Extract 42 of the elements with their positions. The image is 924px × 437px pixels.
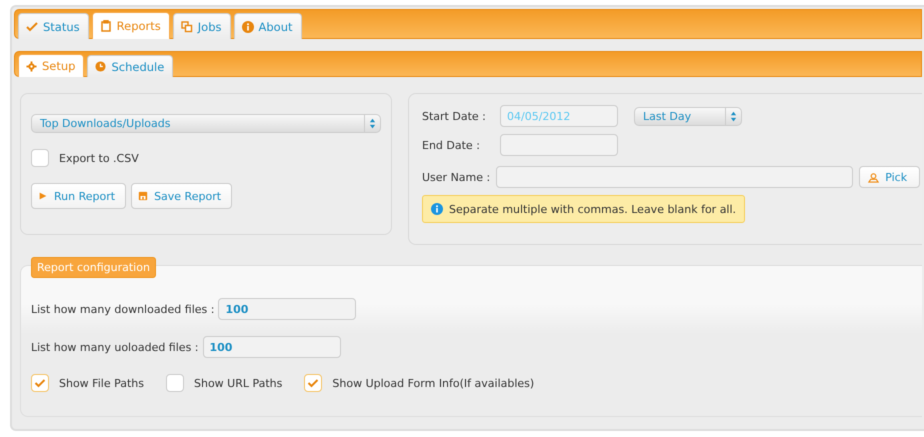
check-icon <box>34 377 46 389</box>
field-label: List how many downloaded files : <box>31 302 214 316</box>
checkbox[interactable] <box>166 374 184 392</box>
tab[interactable]: Jobs <box>172 13 230 39</box>
info-icon <box>242 20 254 32</box>
checkbox[interactable] <box>31 374 49 392</box>
checkbox[interactable] <box>31 149 49 167</box>
checkbox-label: Export to .CSV <box>59 152 139 164</box>
field-label: List how many uoloaded files : <box>31 340 198 354</box>
check-icon <box>307 377 320 389</box>
pick-button[interactable]: Pick <box>859 166 920 188</box>
range-select[interactable]: Last Day <box>634 106 742 126</box>
field-label: Start Date : <box>422 110 487 122</box>
section-legend: Report configuration <box>31 257 156 278</box>
field-label: User Name : <box>422 170 490 184</box>
hint-message: Separate multiple with commas. Leave blank for all. <box>422 195 746 223</box>
report-select[interactable]: Top Downloads/Uploads <box>31 114 381 133</box>
checkbox-label: Show File Paths <box>59 376 144 390</box>
tab[interactable]: Schedule <box>87 55 174 77</box>
check-icon <box>26 20 38 32</box>
tab[interactable]: About <box>234 13 302 39</box>
count-field[interactable]: 100 <box>202 336 340 358</box>
save-report-button[interactable]: Save Report <box>131 183 232 209</box>
checkbox-label: Show URL Paths <box>194 376 282 390</box>
copy-icon <box>180 20 193 32</box>
start-date-field[interactable]: 04/05/2012 <box>500 105 618 127</box>
checkbox[interactable] <box>304 374 322 392</box>
play-icon <box>38 191 48 201</box>
end-date-field[interactable] <box>500 134 618 156</box>
save-icon <box>138 191 148 201</box>
tab[interactable]: Status <box>18 13 89 39</box>
info-icon <box>431 203 443 215</box>
user-icon <box>868 172 880 182</box>
run-report-button[interactable]: Run Report <box>31 183 126 209</box>
clipboard-icon <box>100 20 112 32</box>
user-name-field[interactable] <box>496 166 854 188</box>
clock-icon <box>95 61 106 72</box>
count-field[interactable]: 100 <box>218 298 356 320</box>
checkbox-label: Show Upload Form Info(If availables) <box>332 376 534 390</box>
tab[interactable]: Setup <box>18 54 84 77</box>
tab[interactable]: Reports <box>92 12 170 39</box>
field-label: End Date : <box>422 138 481 152</box>
